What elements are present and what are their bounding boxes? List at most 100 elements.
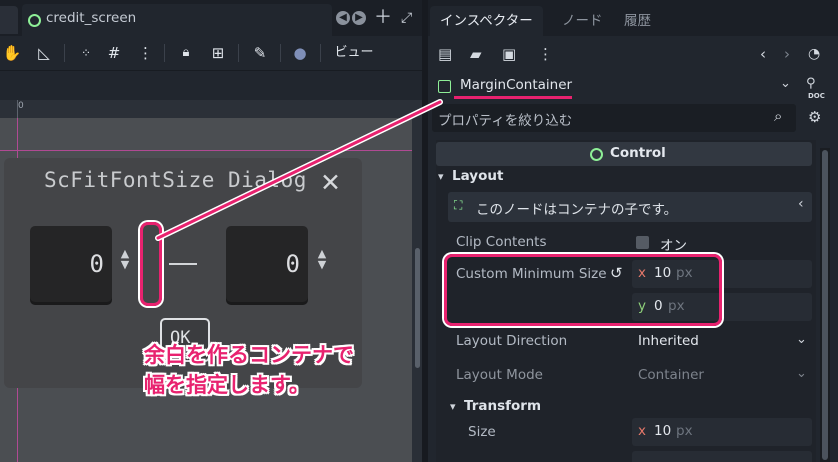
inspector-vertical-scrollbar[interactable]	[820, 148, 830, 462]
annotation-callout: 余白を作るコンテナで 幅を指定します。	[144, 340, 354, 400]
scene-tab-label: credit_screen	[46, 10, 137, 26]
tab-scroll-right-icon[interactable]: ▶	[352, 11, 366, 25]
scrollbar-thumb[interactable]	[822, 150, 828, 460]
container-info-row[interactable]: ⛶ このノードはコンテナの子です。 ‹	[448, 192, 812, 222]
clip-contents-label: Clip Contents	[456, 234, 547, 250]
container-child-icon: ⛶	[454, 198, 463, 212]
node-selector[interactable]: MarginContainer ⌄	[434, 74, 796, 100]
pan-tool-icon[interactable]: ✋	[2, 42, 22, 64]
chevron-down-icon: ⌄	[796, 332, 807, 347]
class-header-label: Control	[610, 145, 666, 161]
control-class-icon	[590, 148, 603, 161]
chevron-down-icon[interactable]: ▾	[438, 170, 444, 183]
tab-history[interactable]: 履歴	[614, 6, 661, 36]
scene-tab-previous[interactable]	[0, 6, 18, 34]
inspector-toolbar: ▤ ▰ ▣ ⋮ ‹ › ◔	[428, 38, 838, 70]
class-header-control[interactable]: Control	[436, 142, 812, 166]
scrollbar-thumb[interactable]	[415, 248, 420, 368]
layout-mode-label: Layout Mode	[456, 367, 543, 383]
open-docs-icon[interactable]: ⚲	[806, 76, 816, 91]
tab-node[interactable]: ノード	[552, 6, 613, 36]
property-list: Control ▾ Layout ⛶ このノードはコンテナの子です。 ‹ Cli…	[436, 140, 816, 462]
custom-minimum-size-highlight	[444, 254, 722, 326]
docs-label: DOC	[808, 92, 825, 100]
inspector-dock: インスペクター ノード 履歴 ▤ ▰ ▣ ⋮ ‹ › ◔ MarginConta…	[428, 0, 838, 462]
section-transform[interactable]: Transform	[464, 398, 541, 414]
layout-mode-select[interactable]: Container ⌄	[632, 362, 812, 390]
search-icon: ⌕	[774, 107, 783, 125]
margin-container-highlight	[140, 222, 162, 306]
info-text: このノードはコンテナの子です。	[476, 202, 678, 218]
size-x-unit: px	[676, 423, 693, 439]
chevron-down-icon[interactable]: ⌄	[780, 76, 791, 91]
tab-inspector[interactable]: インスペクター	[430, 6, 543, 36]
right-spinbox-value: 0	[285, 250, 300, 278]
size-label: Size	[468, 424, 496, 440]
recent-history-icon[interactable]: ◔	[808, 43, 820, 65]
bone-icon[interactable]: ●	[290, 42, 310, 64]
open-folder-icon[interactable]: ▰	[470, 43, 482, 65]
canvas-toolbar: ✋ ◺ ⁘ # ⋮ 🔒︎ ⊞ ✎ ● ビュー	[0, 36, 422, 71]
right-spinbox[interactable]: 0	[226, 226, 308, 302]
container-node-icon	[438, 80, 451, 93]
close-icon[interactable]: ✕	[320, 168, 341, 197]
layout-direction-label: Layout Direction	[456, 333, 568, 349]
size-x-value: 10	[654, 423, 672, 439]
node-name-underline	[454, 96, 572, 99]
lock-icon[interactable]: 🔒︎	[176, 42, 196, 64]
inspector-tab-bar: インスペクター ノード 履歴	[428, 0, 838, 36]
layout-direction-value: Inherited	[638, 333, 699, 349]
chevron-down-icon[interactable]: ▾	[450, 400, 456, 413]
canvas-vertical-scrollbar[interactable]	[412, 118, 422, 462]
toolbar-separator	[320, 44, 321, 62]
clip-contents-checkbox[interactable]	[636, 236, 649, 249]
history-back-icon[interactable]: ‹	[760, 43, 766, 65]
snap-options-icon[interactable]: ⋮	[138, 42, 153, 64]
left-spin-arrows-icon[interactable]: ▲ ▼	[118, 248, 132, 270]
toolbar-separator	[64, 44, 65, 62]
scene-tab-bar: credit_screen ◀ ▶ ＋ ⤢	[0, 0, 422, 36]
range-separator	[169, 263, 197, 265]
callout-line-2: 幅を指定します。	[144, 373, 310, 397]
save-icon[interactable]: ▣	[502, 43, 516, 65]
chevron-down-icon: ⌄	[796, 366, 807, 381]
horizontal-ruler: 0	[0, 100, 422, 119]
smart-snap-icon[interactable]: ⁘	[76, 42, 96, 64]
new-resource-icon[interactable]: ▤	[438, 43, 452, 65]
distraction-free-icon[interactable]: ⤢	[401, 6, 412, 30]
clip-contents-value: オン	[660, 238, 687, 254]
history-forward-icon[interactable]: ›	[784, 43, 790, 65]
scene-tab-credit-screen[interactable]: credit_screen	[22, 4, 332, 36]
scene-node-icon	[28, 14, 41, 27]
size-x-field[interactable]: x 10 px	[632, 418, 812, 446]
size-y-field[interactable]	[632, 451, 812, 462]
property-filter[interactable]: プロパティを絞り込む ⌕	[432, 104, 796, 132]
ruler-tool-icon[interactable]: ◺	[34, 42, 54, 64]
left-spinbox-value: 0	[89, 250, 104, 278]
tab-scroll-left-icon[interactable]: ◀	[336, 11, 350, 25]
dialog-title: ScFitFontSize Dialog	[44, 168, 307, 192]
filter-options-icon[interactable]: ⚙	[808, 108, 821, 126]
right-spin-arrows-icon[interactable]: ▲ ▼	[315, 248, 329, 270]
add-scene-icon[interactable]: ＋	[374, 6, 392, 30]
chevron-left-icon[interactable]: ‹	[798, 196, 804, 212]
axis-x-label: x	[638, 423, 646, 439]
viewport-guide-horizontal	[0, 150, 412, 151]
skeleton-icon[interactable]: ✎	[250, 42, 270, 64]
callout-line-1: 余白を作るコンテナで	[144, 343, 354, 367]
more-options-icon[interactable]: ⋮	[538, 43, 553, 65]
view-menu[interactable]: ビュー	[330, 42, 378, 64]
group-icon[interactable]: ⊞	[208, 42, 228, 64]
layout-direction-select[interactable]: Inherited ⌄	[632, 328, 812, 356]
filter-placeholder: プロパティを絞り込む	[438, 113, 573, 129]
section-layout[interactable]: Layout	[452, 168, 503, 184]
toolbar-separator	[280, 44, 281, 62]
layout-mode-value: Container	[638, 367, 704, 383]
ruler-origin-label: 0	[18, 101, 24, 111]
toolbar-separator	[238, 44, 239, 62]
node-name: MarginContainer	[460, 77, 573, 93]
canvas-editor: credit_screen ◀ ▶ ＋ ⤢ ✋ ◺ ⁘ # ⋮ 🔒︎ ⊞ ✎ ●…	[0, 0, 422, 462]
toolbar-separator	[164, 44, 165, 62]
grid-snap-icon[interactable]: #	[104, 42, 124, 64]
left-spinbox[interactable]: 0	[30, 226, 112, 302]
